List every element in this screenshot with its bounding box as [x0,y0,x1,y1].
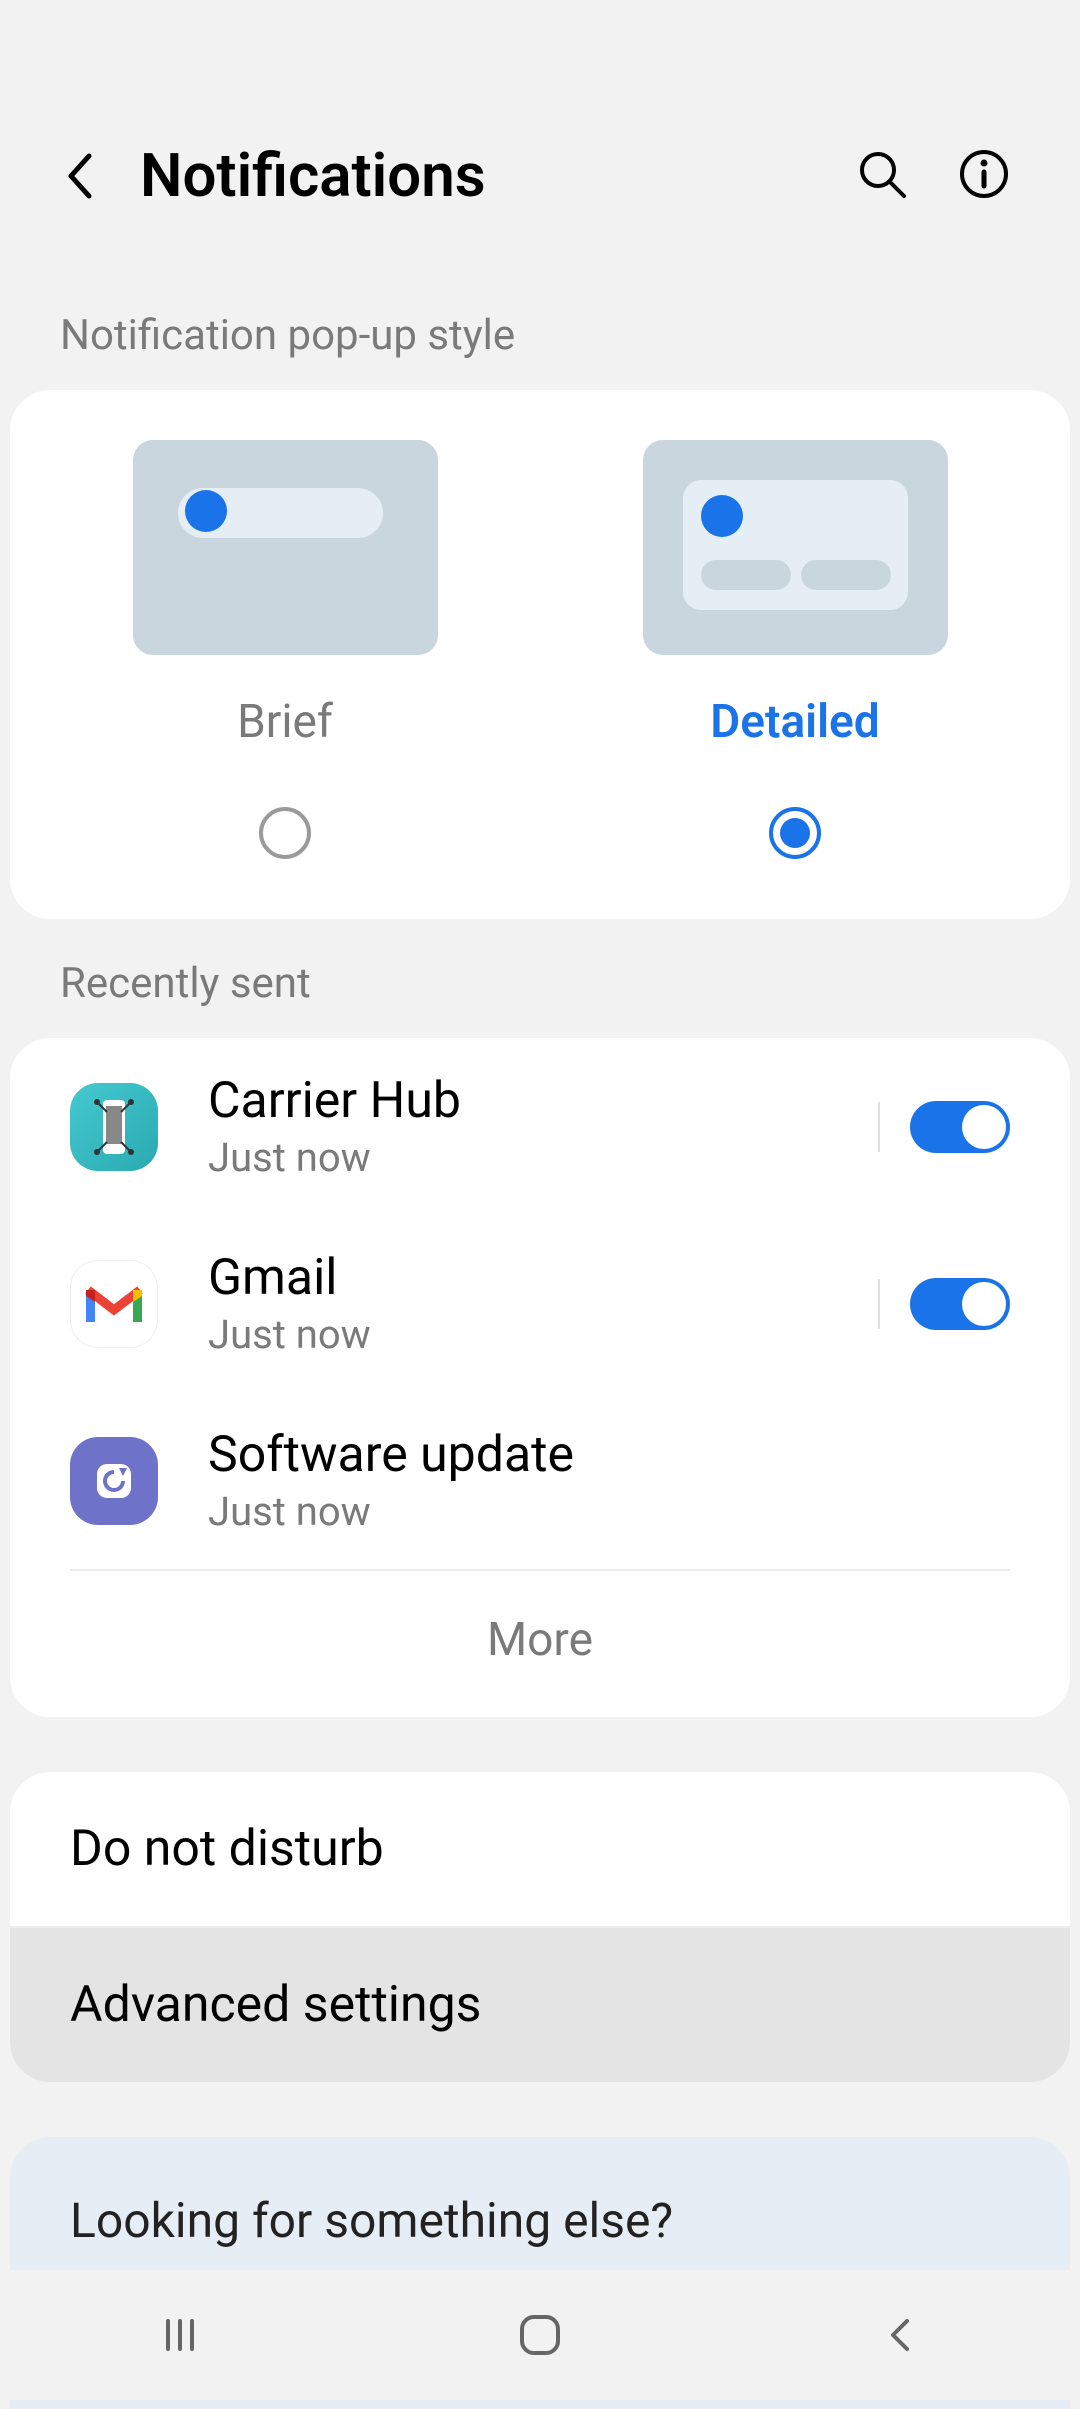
recently-sent-card: Carrier Hub Just now Gmail Just now [10,1038,1070,1717]
toggle-carrier-hub[interactable] [910,1101,1010,1153]
header-actions [856,148,1010,204]
header: Notifications [0,0,1080,271]
info-icon [958,148,1010,200]
more-button[interactable]: More [70,1569,1010,1717]
app-time: Just now [208,1311,848,1358]
toggle-gmail[interactable] [910,1278,1010,1330]
home-nav-button[interactable] [505,2300,575,2370]
app-time: Just now [208,1134,848,1181]
do-not-disturb-row[interactable]: Do not disturb [10,1772,1070,1928]
popup-option-brief[interactable]: Brief [50,440,520,859]
back-button[interactable] [60,156,100,196]
page-title: Notifications [140,140,856,211]
app-row-gmail[interactable]: Gmail Just now [10,1215,1070,1392]
brief-label: Brief [237,695,333,749]
brief-radio[interactable] [259,807,311,859]
detailed-radio[interactable] [769,807,821,859]
divider [878,1102,880,1152]
chevron-left-icon [65,152,95,200]
settings-card: Do not disturb Advanced settings [10,1772,1070,2082]
recents-icon [160,2315,200,2355]
recents-nav-button[interactable] [145,2300,215,2370]
app-name: Gmail [208,1249,848,1307]
popup-style-section-label: Notification pop-up style [0,271,1080,390]
app-row-software-update[interactable]: Software update Just now [10,1392,1070,1569]
recently-sent-section-label: Recently sent [0,919,1080,1038]
app-name: Carrier Hub [208,1072,848,1130]
popup-style-card: Brief Detailed [10,390,1070,919]
home-icon [517,2312,563,2358]
app-name: Software update [208,1426,1010,1484]
search-button[interactable] [856,148,908,204]
popup-option-detailed[interactable]: Detailed [560,440,1030,859]
footer-question: Looking for something else? [70,2192,1010,2249]
detailed-preview [643,440,948,655]
gmail-icon [70,1260,158,1348]
brief-preview [133,440,438,655]
info-button[interactable] [958,148,1010,204]
back-nav-button[interactable] [865,2300,935,2370]
carrier-hub-icon [70,1083,158,1171]
app-row-carrier-hub[interactable]: Carrier Hub Just now [10,1038,1070,1215]
detailed-label: Detailed [710,695,879,749]
advanced-settings-row[interactable]: Advanced settings [10,1928,1070,2082]
divider [878,1279,880,1329]
app-time: Just now [208,1488,1010,1535]
back-nav-icon [885,2315,915,2355]
system-nav-bar [0,2270,1080,2400]
software-update-icon [70,1437,158,1525]
search-icon [856,148,908,200]
